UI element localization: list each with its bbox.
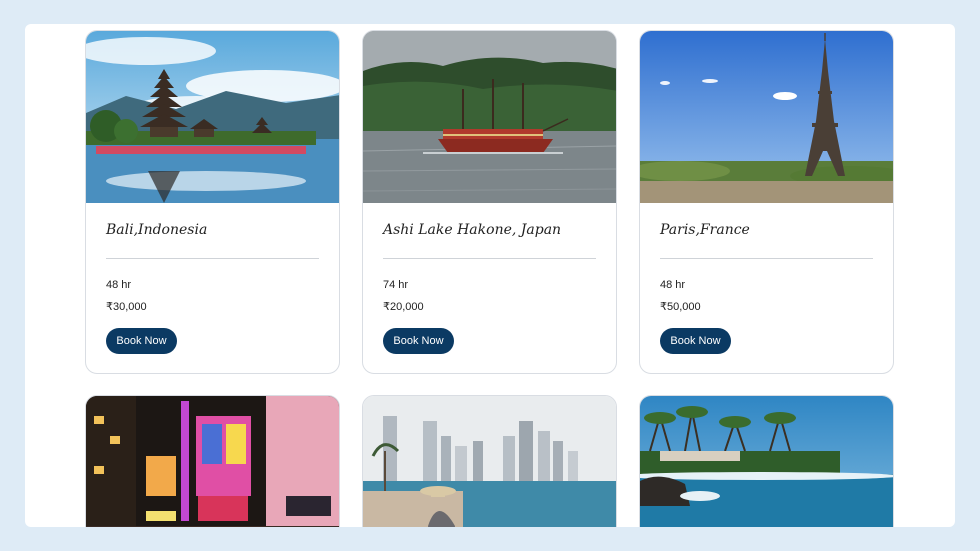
- divider: [660, 258, 873, 259]
- destination-card-beach[interactable]: [639, 395, 894, 527]
- duration-text: 48 hr: [106, 279, 132, 291]
- destination-title: Ashi Lake Hakone, Japan: [383, 222, 562, 238]
- book-now-button[interactable]: Book Now: [383, 328, 454, 354]
- dubai-skyline-image: [363, 396, 616, 527]
- destination-title: Paris,France: [660, 222, 750, 238]
- duration-text: 74 hr: [383, 279, 409, 291]
- hakone-ship-image: [363, 31, 616, 203]
- bali-temple-image: [86, 31, 339, 203]
- price-text: ₹50,000: [660, 301, 701, 313]
- destination-card-neon-city[interactable]: [85, 395, 340, 527]
- destination-card-hakone[interactable]: Ashi Lake Hakone, Japan 74 hr ₹20,000 Bo…: [362, 30, 617, 374]
- destination-card-paris[interactable]: Paris,France 48 hr ₹50,000 Book Now: [639, 30, 894, 374]
- divider: [383, 258, 596, 259]
- destinations-panel: Bali,Indonesia 48 hr ₹30,000 Book Now As…: [25, 24, 955, 527]
- destination-card-dubai[interactable]: [362, 395, 617, 527]
- tropical-beach-image: [640, 396, 893, 527]
- duration-text: 48 hr: [660, 279, 686, 291]
- book-now-button[interactable]: Book Now: [660, 328, 731, 354]
- price-text: ₹30,000: [106, 301, 147, 313]
- paris-eiffel-image: [640, 31, 893, 203]
- divider: [106, 258, 319, 259]
- destination-card-bali[interactable]: Bali,Indonesia 48 hr ₹30,000 Book Now: [85, 30, 340, 374]
- price-text: ₹20,000: [383, 301, 424, 313]
- neon-city-image: [86, 396, 339, 527]
- destination-title: Bali,Indonesia: [106, 222, 208, 238]
- book-now-button[interactable]: Book Now: [106, 328, 177, 354]
